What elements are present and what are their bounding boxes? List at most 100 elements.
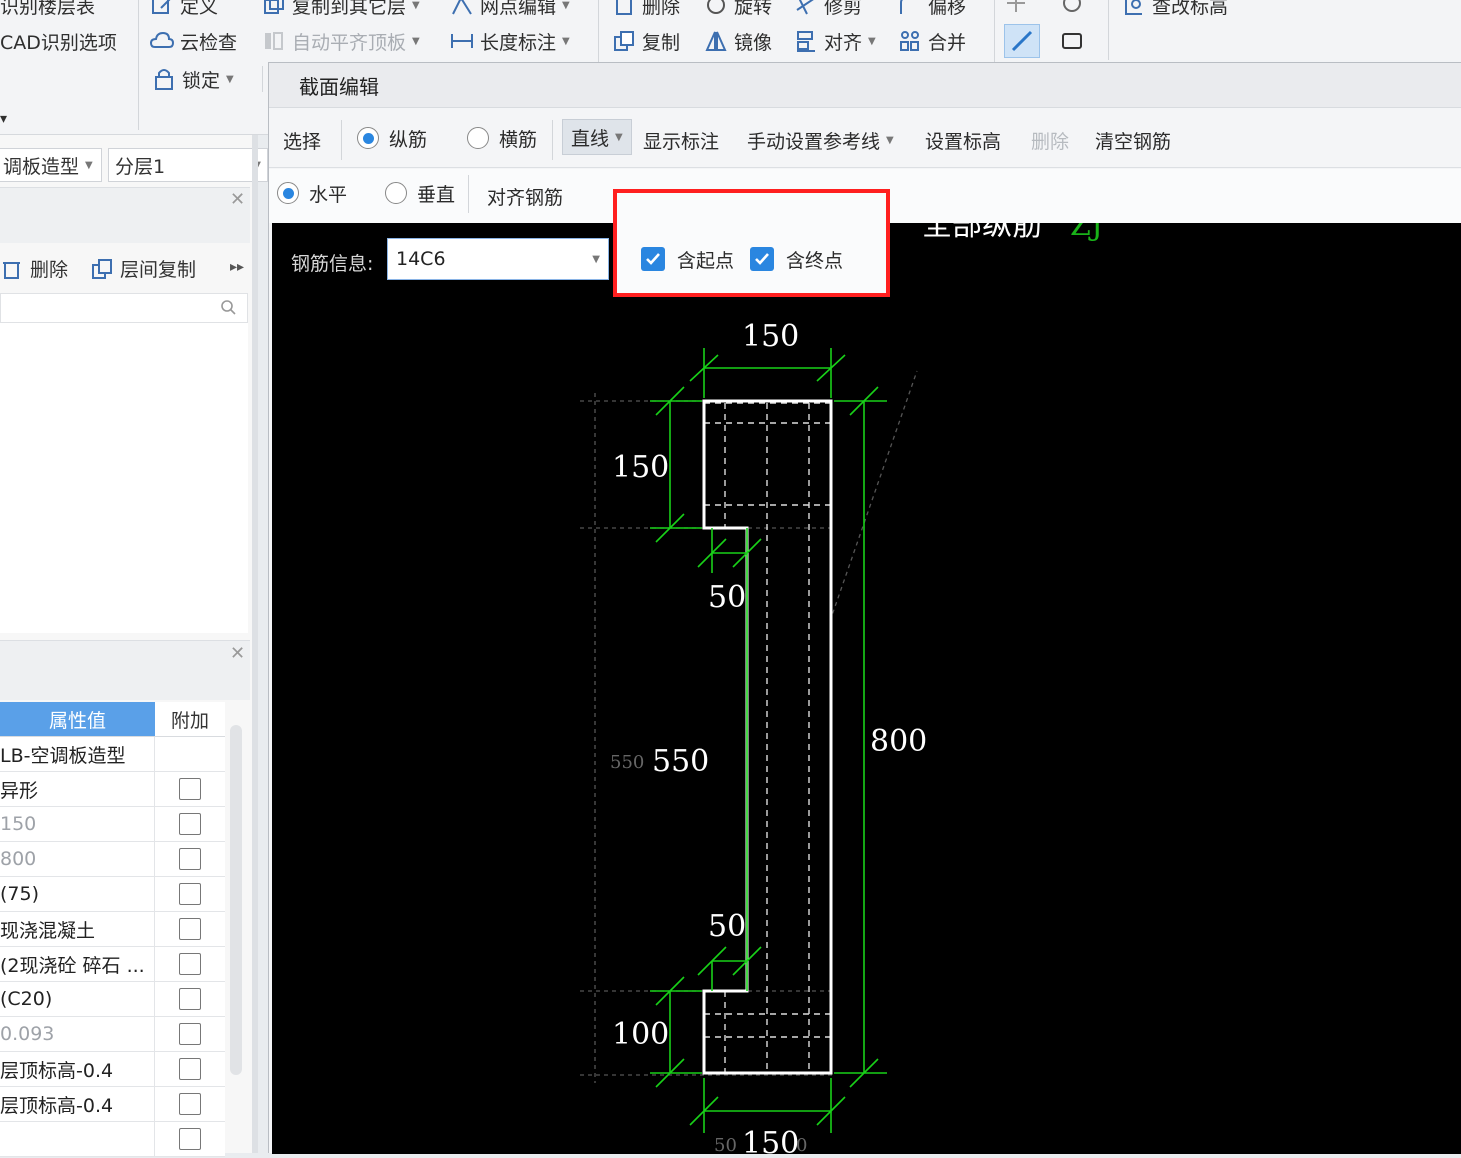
dim-notch-top: 50 — [708, 580, 746, 615]
rotate-button[interactable]: 旋转 — [704, 0, 772, 22]
rect-tool-button[interactable] — [1060, 24, 1090, 58]
attach-checkbox[interactable] — [179, 918, 201, 940]
table-row[interactable]: (2现浇砼 碎石 ... — [0, 947, 225, 982]
property-value-cell[interactable]: 现浇混凝土 — [0, 912, 155, 946]
property-value-cell[interactable]: 150 — [0, 807, 155, 841]
length-dimension-button[interactable]: 长度标注 ▼ — [450, 24, 570, 58]
attach-cell — [155, 912, 225, 946]
show-dimension-button[interactable]: 显示标注 — [643, 120, 719, 160]
property-value-cell[interactable]: (C20) — [0, 982, 155, 1016]
mirror-button[interactable]: 镜像 — [704, 24, 772, 58]
ribbon-group-expander[interactable]: ▾ — [0, 102, 7, 136]
define-button[interactable]: 定义 — [150, 0, 218, 22]
delete-component-button[interactable]: 删除 — [0, 255, 68, 282]
clear-rebar-button[interactable]: 清空钢筋 — [1095, 120, 1171, 160]
more-icon[interactable]: ▸▸ — [230, 259, 244, 275]
close-icon[interactable]: ✕ — [230, 189, 245, 210]
property-value-cell[interactable]: (75) — [0, 877, 155, 911]
trim-button[interactable]: 修剪 — [794, 0, 862, 22]
attach-checkbox[interactable] — [179, 813, 201, 835]
property-value-cell[interactable] — [0, 1122, 155, 1156]
copy-to-other-floor-label: 复制到其它层 — [292, 0, 407, 18]
view-edit-elevation-button[interactable]: 查改标高 — [1122, 0, 1228, 22]
close-icon[interactable]: ✕ — [230, 643, 245, 664]
circle-tool-button[interactable] — [1060, 0, 1090, 20]
dim-middle: 550 — [652, 744, 709, 779]
point-tool-button[interactable] — [1004, 0, 1034, 20]
align-slab-icon — [262, 29, 286, 53]
attach-checkbox[interactable] — [179, 988, 201, 1010]
transverse-radio[interactable]: 横筋 — [467, 118, 537, 158]
attach-checkbox[interactable] — [179, 848, 201, 870]
table-row[interactable]: 层顶标高-0.4 — [0, 1087, 225, 1122]
table-row[interactable]: (C20) — [0, 982, 225, 1017]
property-value-cell[interactable]: 800 — [0, 842, 155, 876]
attach-checkbox[interactable] — [179, 778, 201, 800]
set-elevation-button[interactable]: 设置标高 — [925, 120, 1001, 160]
merge-icon — [898, 29, 922, 53]
table-row[interactable]: LB-空调板造型 — [0, 737, 225, 772]
align-button[interactable]: 对齐 ▼ — [794, 24, 876, 58]
property-value-cell[interactable]: 层顶标高-0.4 — [0, 1087, 155, 1121]
property-scrollbar[interactable] — [230, 725, 242, 1075]
toolbar-divider — [468, 175, 469, 213]
attach-cell — [155, 1017, 225, 1051]
attach-checkbox[interactable] — [179, 1093, 201, 1115]
chevron-down-icon[interactable]: ▼ — [592, 254, 600, 265]
attach-checkbox[interactable] — [179, 1058, 201, 1080]
table-row[interactable]: 层顶标高-0.4 — [0, 1052, 225, 1087]
layer-select[interactable]: 分层1▼ — [108, 148, 268, 182]
cloud-check-button[interactable]: 云检查 — [150, 24, 237, 58]
align-rebar-button[interactable]: 对齐钢筋 — [487, 176, 563, 216]
attach-checkbox[interactable] — [179, 953, 201, 975]
attach-checkbox[interactable] — [179, 1128, 201, 1150]
property-value-cell[interactable]: (2现浇砼 碎石 ... — [0, 947, 155, 981]
rebar-info-input[interactable]: 14C6 ▼ — [387, 238, 609, 280]
splitter[interactable] — [252, 135, 258, 1153]
table-row[interactable]: (75) — [0, 877, 225, 912]
table-row[interactable]: 150 — [0, 807, 225, 842]
select-tool-button[interactable]: 选择 — [283, 120, 321, 160]
section-canvas[interactable]: 150 150 50 550 50 100 800 150 550 50 0 全… — [272, 208, 1461, 1158]
line-mode-dropdown[interactable]: 直线 ▼ — [562, 119, 632, 155]
clear-rebar-label: 清空钢筋 — [1095, 130, 1172, 153]
merge-button[interactable]: 合并 — [898, 24, 966, 58]
lock-button[interactable]: 锁定 ▼ — [152, 62, 234, 96]
table-row[interactable]: 800 — [0, 842, 225, 877]
line-tool-button[interactable] — [1004, 24, 1040, 58]
copy-button[interactable]: 复制 — [612, 24, 680, 58]
cad-identify-options-button[interactable]: CAD识别选项 — [0, 24, 117, 58]
component-search-input[interactable] — [0, 293, 248, 323]
table-row[interactable]: 现浇混凝土 — [0, 912, 225, 947]
table-row[interactable] — [0, 1122, 225, 1157]
copy-between-floors-button[interactable]: 层间复制 — [90, 255, 196, 282]
manual-reference-line-dropdown[interactable]: 手动设置参考线 ▼ — [747, 120, 894, 160]
horizontal-radio[interactable]: 水平 — [277, 173, 347, 213]
delete-button[interactable]: 删除 — [612, 0, 680, 22]
property-value-cell[interactable]: 异形 — [0, 772, 155, 806]
mesh-point-edit-button[interactable]: 网点编辑 ▼ — [450, 0, 570, 22]
attach-checkbox[interactable] — [179, 883, 201, 905]
table-row[interactable]: 异形 — [0, 772, 225, 807]
auto-align-top-slab-button[interactable]: 自动平齐顶板 ▼ — [262, 24, 420, 58]
delete-component-label: 删除 — [30, 259, 69, 281]
identify-floor-table-button[interactable]: 识别楼层表 — [0, 0, 95, 22]
property-value-cell[interactable]: 0.093 — [0, 1017, 155, 1051]
dimension-lines — [650, 348, 887, 1133]
delete-rebar-label: 删除 — [1031, 130, 1070, 153]
dim-bottom-small-right: 0 — [796, 1135, 807, 1154]
copy-to-other-floor-button[interactable]: 复制到其它层 ▼ — [262, 0, 420, 22]
attach-checkbox[interactable] — [179, 1023, 201, 1045]
trim-icon — [794, 0, 818, 17]
offset-button[interactable]: 偏移 — [898, 0, 966, 22]
delete-rebar-button[interactable]: 删除 — [1031, 120, 1069, 160]
radio-selected-icon — [357, 127, 379, 149]
property-value-cell[interactable]: 层顶标高-0.4 — [0, 1052, 155, 1086]
longitudinal-radio[interactable]: 纵筋 — [357, 118, 427, 158]
radio-empty-icon — [467, 127, 489, 149]
property-value-cell[interactable]: LB-空调板造型 — [0, 737, 155, 771]
table-row[interactable]: 0.093 — [0, 1017, 225, 1052]
search-icon[interactable] — [220, 299, 236, 319]
component-type-select[interactable]: 调板造型 ▼ — [0, 148, 102, 182]
vertical-radio[interactable]: 垂直 — [385, 173, 455, 213]
